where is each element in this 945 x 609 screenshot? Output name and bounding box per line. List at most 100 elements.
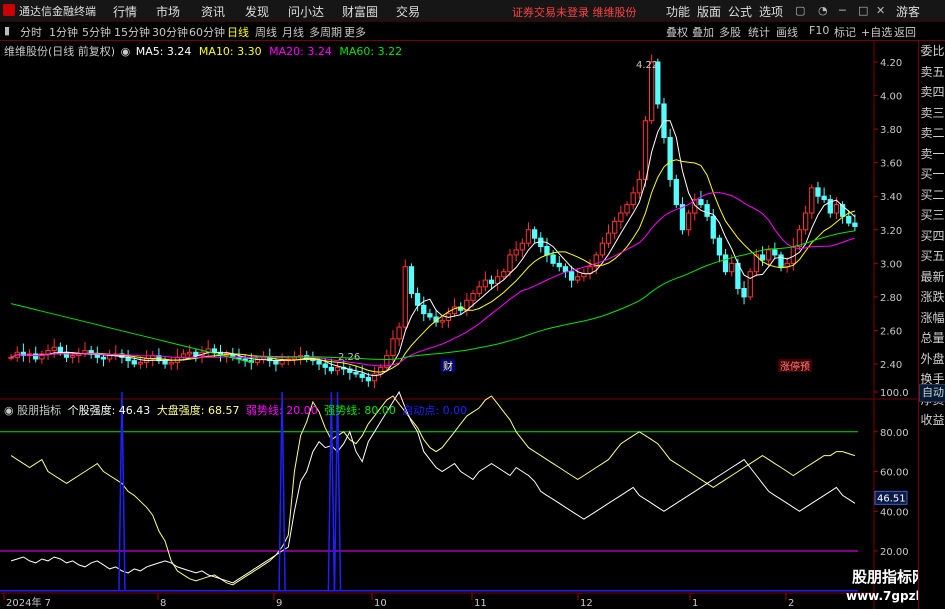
candle-body: [519, 242, 525, 251]
indicator-settings-icon[interactable]: ◉: [4, 404, 14, 417]
price-axis-label: 3.60: [880, 159, 902, 170]
sidebar-item-buy4[interactable]: 买四: [919, 226, 945, 247]
candle-body: [507, 254, 513, 273]
start-signal-spike: [333, 391, 342, 591]
sidebar-item-sell1[interactable]: 卖一: [919, 144, 945, 165]
candle-body: [328, 366, 335, 372]
ind-axis-label: 40.00: [880, 507, 909, 518]
ma60-line: [10, 230, 855, 364]
candle-body: [162, 360, 168, 365]
candle-body: [100, 356, 107, 360]
candle-body: [852, 222, 858, 227]
sidebar-item-outer[interactable]: 外盘: [919, 349, 945, 370]
weak-line-label: 弱势线: 20.00: [246, 404, 318, 417]
ma5-label: MA5: 3.24: [135, 45, 192, 58]
candle-body: [390, 338, 396, 357]
sidebar-item-buy1[interactable]: 买一: [919, 164, 945, 185]
sidebar-item-volume[interactable]: 总量: [919, 328, 945, 349]
candle-body: [482, 279, 489, 288]
candle-body: [513, 249, 519, 256]
sidebar-item-change[interactable]: 涨跌: [919, 287, 945, 308]
sidebar-item-latest[interactable]: 最新: [919, 267, 945, 288]
candle-body: [57, 346, 64, 353]
candle-body: [131, 360, 137, 365]
high-price-annotation: 4.22: [636, 60, 658, 71]
sidebar-item-buy5[interactable]: 买五: [919, 246, 945, 267]
sidebar-item-buy3[interactable]: 买三: [919, 205, 945, 226]
candle-body: [599, 242, 606, 256]
sidebar-item-sell3[interactable]: 卖三: [919, 103, 945, 124]
candle-body: [636, 178, 642, 194]
ind-current-value: 46.51: [877, 493, 906, 504]
watermark-title: 股朋指标网: [852, 568, 918, 586]
sidebar-item-sell2[interactable]: 卖二: [919, 123, 945, 144]
candle-body: [605, 232, 612, 244]
ma20-label: MA20: 3.24: [269, 45, 332, 58]
candles-layer: 4.222.26财 涨停预: [8, 54, 858, 389]
ma10-label: MA10: 3.30: [198, 45, 262, 58]
ind-axis-label: 100.0: [880, 388, 909, 399]
candle-body: [377, 366, 384, 375]
candle-body: [673, 178, 679, 206]
candle-body: [766, 249, 772, 261]
ma60-label: MA60: 3.22: [339, 45, 403, 58]
candle-body: [704, 204, 710, 217]
auto-button[interactable]: 自动: [919, 384, 945, 402]
price-axis-label: 3.80: [880, 125, 902, 136]
candle-body: [279, 360, 285, 365]
candle-body: [193, 351, 199, 357]
sidebar-item-pct[interactable]: 涨幅: [919, 308, 945, 329]
price-axis-label: 2.60: [880, 326, 902, 337]
candle-body: [747, 271, 753, 298]
price-axis-label: 2.80: [880, 293, 902, 304]
axis-layer: 4.20 4.00 3.80 3.60 3.40 3.20 3.00 2.80 2.60 2.40…: [3, 58, 909, 609]
candle-body: [741, 288, 747, 298]
time-axis-label: 8: [160, 598, 166, 609]
candle-body: [334, 366, 341, 372]
candle-body: [531, 229, 538, 239]
time-axis-label: 1: [692, 598, 698, 609]
candle-body: [211, 348, 217, 353]
sidebar-item-buy2[interactable]: 买二: [919, 185, 945, 206]
candle-body: [759, 254, 766, 261]
candle-body: [642, 120, 649, 180]
candle-body: [624, 204, 630, 214]
ma5-line: [10, 120, 856, 377]
sidebar-item-weibi[interactable]: 委比: [919, 41, 945, 62]
candle-body: [772, 249, 778, 256]
candle-body: [470, 293, 476, 301]
candle-body: [796, 229, 803, 248]
candle-body: [716, 237, 723, 256]
time-axis-label: 12: [580, 598, 593, 609]
candle-body: [414, 293, 421, 306]
candle-body: [396, 326, 402, 340]
price-axis-label: 3.40: [880, 192, 902, 203]
time-axis-label: 9: [276, 598, 282, 609]
candle-body: [575, 276, 581, 281]
sidebar-item-sell4[interactable]: 卖四: [919, 82, 945, 103]
candle-body: [556, 262, 562, 268]
candle-body: [187, 351, 193, 355]
kline-chart[interactable]: 4.222.26财涨停预 股朋指标网www.7gpzb.com 4.204.00…: [0, 0, 918, 609]
sidebar-item-eps[interactable]: 收益: [919, 410, 945, 431]
candle-body: [316, 360, 322, 365]
candle-body: [562, 266, 569, 273]
indicator-legend: ◉ 股朋指标 个股强度: 46.43 大盘强度: 68.57 弱势线: 20.0…: [4, 402, 467, 418]
price-axis-label: 4.00: [880, 92, 902, 103]
candle-body: [45, 350, 51, 355]
candle-body: [525, 229, 532, 244]
candle-body: [544, 246, 550, 256]
time-axis-label: 2024年 7: [6, 596, 51, 609]
main-legend: 维维股份(日线 前复权) ◉ MA5: 3.24 MA10: 3.30 MA20…: [4, 43, 402, 59]
limit-up-marker-text: 涨停预: [780, 360, 810, 373]
market-strength-line: [10, 395, 856, 586]
candle-body: [802, 212, 809, 231]
candle-body: [778, 254, 784, 268]
candle-body: [846, 215, 852, 224]
ind-axis-label: 20.00: [880, 547, 909, 558]
quote-sidebar: 委比 卖五 卖四 卖三 卖二 卖一 买一 买二 买三 买四 买五 最新 涨跌 涨…: [918, 41, 945, 609]
sidebar-item-sell5[interactable]: 卖五: [919, 62, 945, 83]
settings-icon[interactable]: ◉: [121, 45, 131, 58]
candle-body: [618, 212, 624, 222]
price-axis-label: 3.00: [880, 259, 902, 270]
